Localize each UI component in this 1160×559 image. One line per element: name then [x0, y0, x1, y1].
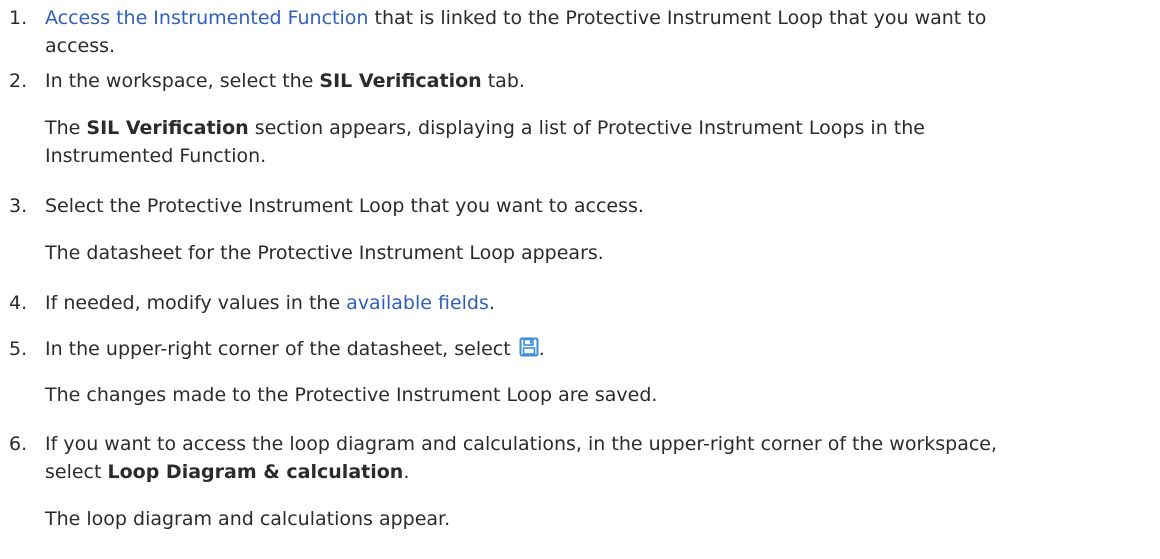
step-5: 5. In the upper-right corner of the data…: [0, 335, 1160, 363]
result-text-segment: The: [45, 117, 87, 139]
step-3-result: The datasheet for the Protective Instrum…: [0, 239, 1160, 267]
step-6: 6. If you want to access the loop diagra…: [0, 430, 1160, 486]
ui-term: SIL Verification: [319, 70, 482, 92]
step-2-result: The SIL Verification section appears, di…: [0, 114, 1160, 170]
step-text-segment: In the upper-right corner of the datashe…: [45, 338, 517, 360]
step-text-segment: .: [403, 461, 410, 483]
result-text-segment: section appears, displaying a list of Pr…: [248, 117, 925, 139]
available-fields-link[interactable]: available fields: [346, 292, 489, 314]
result-text: The SIL Verification section appears, di…: [45, 114, 1150, 142]
step-1: 1. Access the Instrumented Function that…: [0, 4, 1160, 60]
step-text-continuation: access.: [45, 35, 116, 57]
ui-term: SIL Verification: [86, 117, 249, 139]
step-text-segment: In the workspace, select the: [45, 70, 320, 92]
step-text-segment: tab.: [481, 70, 525, 92]
step-4: 4. If needed, modify values in the avail…: [0, 289, 1160, 317]
step-number: 6.: [9, 433, 28, 455]
step-text-segment: that is linked to the Protective Instrum…: [368, 7, 987, 29]
step-text: Select the Protective Instrument Loop th…: [45, 195, 644, 217]
step-number: 5.: [9, 338, 28, 360]
step-text: Access the Instrumented Function that is…: [45, 4, 1150, 32]
step-text-segment: .: [488, 292, 495, 314]
ui-term: Loop Diagram & calculation: [107, 461, 404, 483]
step-6-result: The loop diagram and calculations appear…: [0, 505, 1160, 533]
step-text: In the workspace, select the SIL Verific…: [45, 67, 1150, 95]
result-text: The loop diagram and calculations appear…: [45, 508, 451, 530]
step-number: 1.: [9, 7, 28, 29]
save-icon: [519, 337, 539, 357]
step-text-segment: .: [538, 338, 545, 360]
step-text: If you want to access the loop diagram a…: [45, 433, 998, 455]
step-3: 3. Select the Protective Instrument Loop…: [0, 192, 1160, 220]
step-text-segment: If needed, modify values in the: [45, 292, 347, 314]
step-text-segment: select: [45, 461, 108, 483]
step-number: 3.: [9, 195, 28, 217]
step-number: 2.: [9, 70, 28, 92]
procedure-steps: 1. Access the Instrumented Function that…: [0, 0, 1160, 533]
result-text: The changes made to the Protective Instr…: [45, 384, 658, 406]
step-text: If needed, modify values in the availabl…: [45, 289, 1150, 317]
step-5-result: The changes made to the Protective Instr…: [0, 381, 1160, 409]
result-text: The datasheet for the Protective Instrum…: [45, 242, 604, 264]
step-number: 4.: [9, 292, 28, 314]
access-instrumented-function-link[interactable]: Access the Instrumented Function: [45, 7, 368, 29]
step-text-continuation: select Loop Diagram & calculation.: [45, 458, 1150, 486]
result-text-continuation: Instrumented Function.: [45, 145, 267, 167]
step-text: In the upper-right corner of the datashe…: [45, 335, 1150, 363]
step-2: 2. In the workspace, select the SIL Veri…: [0, 67, 1160, 95]
